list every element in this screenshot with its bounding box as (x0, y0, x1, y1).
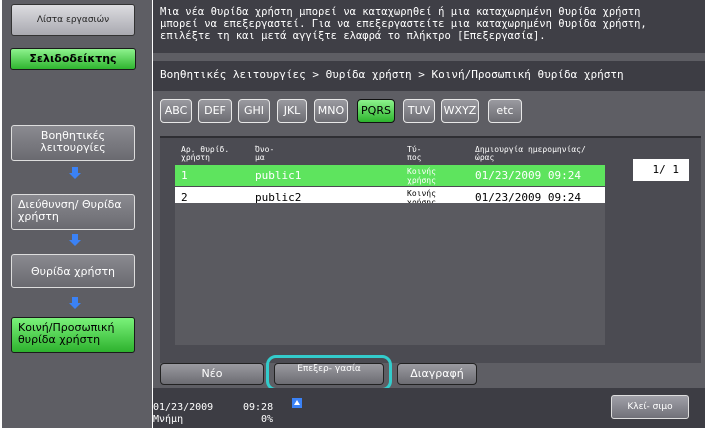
job-list-button[interactable]: Λίστα εργασιών (11, 4, 135, 36)
empty-list-area (175, 203, 605, 345)
public-personal-box-button[interactable]: Κοινή/Προσωπική θυρίδα χρήστη (11, 317, 135, 353)
tab-pqrs[interactable]: PQRS (357, 99, 395, 123)
instruction-message: Μια νέα θυρίδα χρήστη μπορεί να καταχωρη… (153, 0, 705, 53)
arrow-down-icon (69, 297, 81, 309)
message-line: Μια νέα θυρίδα χρήστη μπορεί να καταχωρη… (160, 6, 641, 18)
tab-wxyz[interactable]: WXYZ (441, 99, 479, 123)
message-line: μπορεί να επεξεργαστεί. Για να επεξεργασ… (160, 18, 647, 30)
main-panel: Βοηθητικές λειτουργίες > Θυρίδα χρήστη >… (153, 53, 705, 391)
status-time: 09:28 (243, 402, 274, 413)
status-date: 01/23/2009 (153, 402, 214, 413)
page-indicator: 1/ 1 (633, 159, 689, 181)
userbox-list: Αρ. θυρίδ. χρήστη Όνο- μα Τύ- πος Δημιου… (160, 136, 701, 363)
edit-button[interactable]: Επεξερ- γασία (274, 363, 384, 385)
utility-button[interactable]: Βοηθητικές λειτουργίες (11, 125, 135, 161)
breadcrumb-bar: Βοηθητικές λειτουργίες > Θυρίδα χρήστη >… (153, 61, 705, 91)
network-icon (292, 398, 302, 408)
arrow-down-icon (69, 167, 81, 179)
action-bar: Νέο Επεξερ- γασία Διαγραφή (153, 355, 705, 391)
userbox-table: Αρ. θυρίδ. χρήστη Όνο- μα Τύ- πος Δημιου… (175, 144, 605, 208)
table-header: Αρ. θυρίδ. χρήστη Όνο- μα Τύ- πος Δημιου… (175, 144, 605, 164)
header-type: Τύ- πος (407, 145, 422, 162)
tab-abc[interactable]: ABC (160, 99, 192, 123)
delete-button[interactable]: Διαγραφή (397, 363, 477, 385)
memory-label: Μνήμη (153, 414, 184, 425)
header-created: Δημιουργία ημερομηνίας/ώρας (475, 145, 586, 162)
tab-def[interactable]: DEF (198, 99, 232, 123)
tab-etc[interactable]: etc (488, 99, 522, 123)
screen: Λίστα εργασιών Σελιδοδείκτης Βοηθητικές … (0, 0, 705, 428)
address-userbox-button[interactable]: Διεύθυνση/ Θυρίδα χρήστη (11, 194, 135, 230)
left-panel: Λίστα εργασιών Σελιδοδείκτης Βοηθητικές … (2, 0, 152, 428)
close-button[interactable]: Κλεί- σιμο (611, 395, 689, 419)
breadcrumb: Βοηθητικές λειτουργίες > Θυρίδα χρήστη >… (160, 68, 624, 81)
tab-tuv[interactable]: TUV (403, 99, 435, 123)
message-line: επιλέξτε τη και μετά αγγίξτε ελαφρά το π… (160, 30, 546, 42)
header-name: Όνο- μα (255, 145, 275, 162)
row-type: Κοινής χρήσης (407, 167, 436, 185)
new-button[interactable]: Νέο (160, 363, 264, 385)
arrow-down-icon (69, 234, 81, 246)
table-row[interactable]: 1 public1 Κοινής χρήσης 01/23/2009 09:24 (175, 165, 605, 186)
tab-ghi[interactable]: GHI (238, 99, 270, 123)
header-box-number: Αρ. θυρίδ. χρήστη (181, 145, 230, 162)
bookmark-button[interactable]: Σελιδοδείκτης (10, 48, 136, 70)
status-bar: 01/23/2009 09:28 Μνήμη 0% Κλεί- σιμο (153, 388, 705, 428)
row-date: 01/23/2009 09:24 (475, 169, 581, 182)
memory-value: 0% (261, 414, 274, 425)
userbox-button[interactable]: Θυρίδα χρήστη (11, 254, 135, 288)
row-number: 1 (181, 169, 188, 182)
row-name: public1 (255, 169, 302, 182)
tab-jkl[interactable]: JKL (277, 99, 307, 123)
tab-mno[interactable]: MNO (314, 99, 348, 123)
